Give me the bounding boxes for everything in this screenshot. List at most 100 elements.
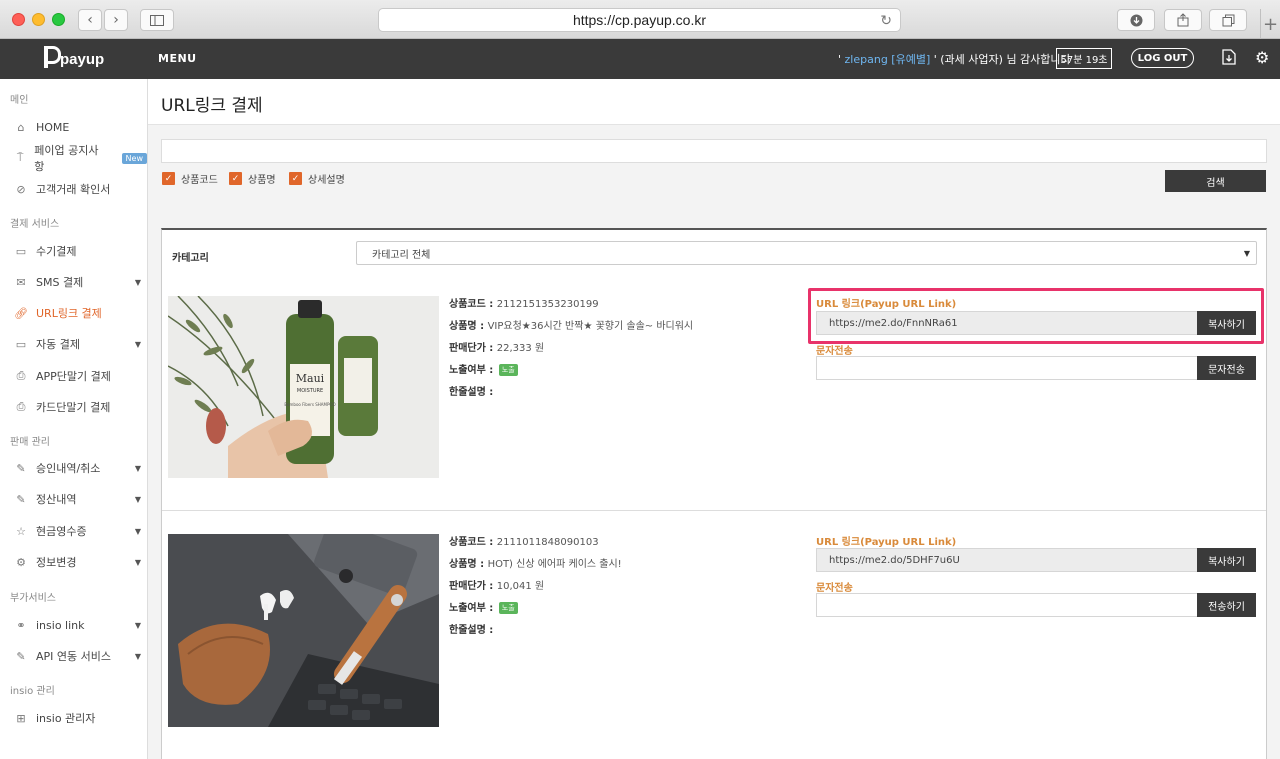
- filter-label: 상세설명: [308, 175, 345, 186]
- download-file-icon[interactable]: [1222, 49, 1236, 69]
- product-name: 상품명 : HOT) 신상 에어파 케이스 출시!: [449, 559, 622, 570]
- sidebar-item-insio-link[interactable]: ⚭ insio link ▼: [0, 613, 147, 637]
- sidebar-item-notice[interactable]: ⍑ 페이업 공지사항 New: [0, 144, 147, 173]
- sidebar-item-label: 승인내역/취소: [36, 462, 101, 475]
- sidebar-item-approval-history[interactable]: ✎ 승인내역/취소 ▼: [0, 456, 147, 480]
- sidebar-item-manual-payment[interactable]: ▭ 수기결제: [0, 239, 147, 263]
- gear-icon: ⚙: [16, 555, 26, 569]
- caret-down-icon: ▼: [134, 463, 141, 473]
- print-icon: ⎙: [16, 369, 26, 382]
- bottle-product-text: Bamboo Fibers SHAMPOO: [284, 402, 335, 407]
- sidebar-item-api-service[interactable]: ✎ API 연동 서비스 ▼: [0, 644, 147, 668]
- edit-icon: ✎: [16, 461, 26, 475]
- tabs-button[interactable]: [1209, 9, 1247, 31]
- filter-label: 상품코드: [181, 175, 218, 186]
- sidebar-item-customer-confirm[interactable]: ⊘ 고객거래 확인서: [0, 177, 147, 201]
- logout-button[interactable]: LOG OUT: [1131, 48, 1194, 68]
- new-tab-button[interactable]: +: [1260, 9, 1280, 39]
- share-button[interactable]: [1164, 9, 1202, 31]
- plus-icon: +: [1262, 13, 1279, 35]
- sidebar-item-cash-receipt[interactable]: ☆ 현금영수증 ▼: [0, 519, 147, 543]
- tabs-icon: [1222, 14, 1234, 26]
- product-summary: 한줄설명 :: [449, 625, 494, 636]
- sidebar-item-label: API 연동 서비스: [36, 650, 111, 663]
- filter-product-name-checkbox[interactable]: ✓ 상품명: [229, 171, 276, 186]
- sidebar-item-label: insio 관리자: [36, 712, 96, 725]
- downloads-button[interactable]: [1117, 9, 1155, 31]
- sidebar-toggle-button[interactable]: [140, 9, 174, 31]
- sidebar-section-sales: 판매 관리: [10, 437, 50, 448]
- payup-logo[interactable]: payup: [44, 45, 104, 68]
- product-panel: 카테고리 카테고리 전체 ▼ Maui MOISTURE Bamboo Fibe…: [161, 228, 1267, 759]
- sidebar-item-label: 페이업 공지사항: [34, 144, 99, 173]
- category-select[interactable]: 카테고리 전체 ▼: [356, 241, 1257, 265]
- new-badge: New: [121, 152, 147, 164]
- sms-phone-input[interactable]: [816, 593, 1198, 617]
- settings-gear-icon[interactable]: ⚙: [1255, 48, 1269, 67]
- exposure-badge: 노출: [498, 602, 518, 614]
- sidebar-section-insio: insio 관리: [10, 686, 55, 697]
- sidebar-item-home[interactable]: ⌂ HOME: [0, 115, 147, 139]
- sidebar-item-insio-admin[interactable]: ⊞ insio 관리자: [0, 706, 147, 730]
- minimize-window-button[interactable]: [32, 13, 45, 26]
- sidebar-item-label: 고객거래 확인서: [36, 183, 111, 196]
- user-id: zlepang [유예별]: [844, 53, 931, 66]
- card-icon: ▭: [15, 244, 27, 258]
- product-code: 상품코드 : 2112151353230199: [449, 299, 599, 310]
- maximize-window-button[interactable]: [52, 13, 65, 26]
- sidebar-item-card-terminal[interactable]: ⎙ 카드단말기 결제: [0, 395, 147, 419]
- send-sms-button[interactable]: 전송하기: [1197, 593, 1256, 617]
- category-label: 카테고리: [172, 253, 209, 264]
- sidebar-item-app-terminal[interactable]: ⎙ APP단말기 결제: [0, 364, 147, 388]
- forward-button[interactable]: ›: [104, 9, 128, 31]
- close-window-button[interactable]: [12, 13, 25, 26]
- sidebar-item-url-payment[interactable]: 🔗︎ URL링크 결제: [0, 301, 147, 325]
- category-selected: 카테고리 전체: [372, 249, 431, 261]
- url-link-field[interactable]: https://me2.do/5DHF7u6U: [816, 548, 1198, 572]
- sidebar-item-info-change[interactable]: ⚙ 정보변경 ▼: [0, 550, 147, 574]
- print-icon: ⎙: [16, 400, 26, 413]
- product-price: 판매단가 : 10,041 원: [449, 581, 545, 592]
- logo-text: payup: [60, 51, 105, 68]
- copy-link-button[interactable]: 복사하기: [1197, 548, 1256, 572]
- session-timer: 57분 19초: [1056, 48, 1112, 69]
- caret-down-icon: ▼: [134, 494, 141, 504]
- checkmark-icon: ✓: [229, 172, 242, 185]
- product-code: 상품코드 : 2111011848090103: [449, 537, 599, 548]
- search-button[interactable]: 검색: [1165, 170, 1266, 192]
- sidebar-item-label: APP단말기 결제: [36, 370, 111, 383]
- menu-toggle[interactable]: MENU: [158, 52, 197, 65]
- page-title-bar: URL링크 결제: [148, 79, 1280, 125]
- sidebar-item-sms-payment[interactable]: ✉ SMS 결제 ▼: [0, 270, 147, 294]
- sidebar: 메인 ⌂ HOME ⍑ 페이업 공지사항 New ⊘ 고객거래 확인서 결제 서…: [0, 79, 148, 759]
- filter-description-checkbox[interactable]: ✓ 상세설명: [289, 171, 345, 186]
- back-button[interactable]: ‹: [78, 9, 102, 31]
- sidebar-item-auto-payment[interactable]: ▭ 자동 결제 ▼: [0, 332, 147, 356]
- send-sms-button[interactable]: 문자전송: [1197, 356, 1256, 380]
- filter-product-code-checkbox[interactable]: ✓ 상품코드: [162, 171, 218, 186]
- sidebar-item-label: 자동 결제: [36, 338, 80, 351]
- sidebar-item-label: URL링크 결제: [36, 307, 102, 320]
- chevron-right-icon: ›: [113, 12, 119, 28]
- product-image[interactable]: Maui MOISTURE Bamboo Fibers SHAMPOO: [168, 296, 439, 478]
- sidebar-item-label: HOME: [36, 120, 70, 134]
- sidebar-item-label: SMS 결제: [36, 276, 84, 289]
- link-icon: ⚭: [16, 618, 26, 632]
- sms-phone-input[interactable]: [816, 356, 1198, 380]
- user-greeting: ' zlepang [유예별] ' (과세 사업자) 님 감사합니다: [838, 51, 1071, 67]
- product-price: 판매단가 : 22,333 원: [449, 343, 545, 354]
- pin-icon: ⍑: [16, 151, 24, 164]
- search-input[interactable]: [161, 139, 1267, 163]
- sidebar-section-main: 메인: [10, 95, 29, 106]
- chevron-left-icon: ‹: [87, 12, 93, 28]
- sidebar-section-addon: 부가서비스: [10, 593, 56, 604]
- product-exposure: 노출여부 : 노출: [449, 361, 518, 376]
- checkmark-icon: ✓: [289, 172, 302, 185]
- product-image[interactable]: [168, 534, 439, 727]
- reload-icon[interactable]: ↻: [880, 12, 892, 29]
- sidebar-item-settlement[interactable]: ✎ 정산내역 ▼: [0, 487, 147, 511]
- address-bar[interactable]: https://cp.payup.co.kr ↻: [378, 8, 901, 32]
- payup-logo-mark: [44, 45, 61, 68]
- share-icon: [1177, 13, 1189, 27]
- download-icon: [1130, 14, 1142, 26]
